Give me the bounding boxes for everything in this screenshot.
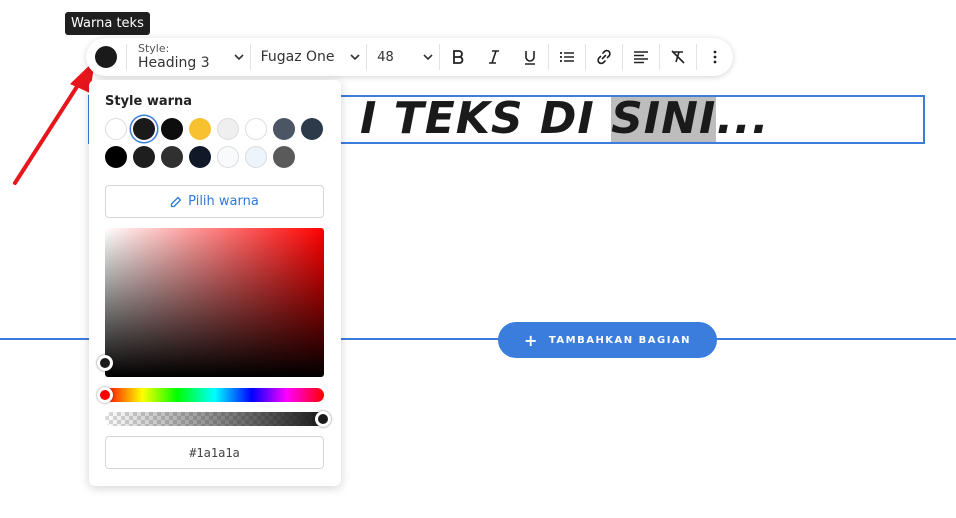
underline-button[interactable]: [512, 38, 548, 76]
color-swatch[interactable]: [189, 146, 211, 168]
color-swatch[interactable]: [133, 118, 155, 140]
chevron-down-icon: [234, 54, 244, 61]
chevron-down-icon: [350, 54, 360, 61]
color-swatch[interactable]: [301, 118, 323, 140]
bold-button[interactable]: [440, 38, 476, 76]
clear-format-button[interactable]: [660, 38, 696, 76]
font-family-select[interactable]: Fugaz One: [251, 38, 367, 76]
pick-color-button[interactable]: Pilih warna: [105, 185, 324, 218]
color-swatch[interactable]: [105, 118, 127, 140]
heading-text-after: ...: [716, 95, 770, 144]
add-section-button[interactable]: + TAMBAHKAN BAGIAN: [498, 322, 717, 358]
color-swatch[interactable]: [273, 118, 295, 140]
color-picker-title: Style warna: [105, 94, 193, 109]
bold-icon: [453, 50, 464, 64]
toolbar-divider: [126, 44, 127, 70]
font-size-select[interactable]: 48: [367, 38, 439, 76]
style-select[interactable]: Style: Heading 3: [138, 38, 250, 76]
link-icon: [597, 49, 611, 65]
more-options-button[interactable]: [697, 38, 733, 76]
color-swatch[interactable]: [133, 146, 155, 168]
style-select-label: Style:: [138, 42, 170, 55]
color-swatch[interactable]: [161, 146, 183, 168]
link-button[interactable]: [586, 38, 622, 76]
color-swatch[interactable]: [161, 118, 183, 140]
style-select-value: Heading 3: [138, 55, 210, 71]
color-swatch[interactable]: [245, 118, 267, 140]
color-picker-panel: Style warna Pilih warna: [89, 80, 341, 486]
more-vertical-icon: [713, 50, 717, 64]
hex-color-input[interactable]: [105, 436, 324, 469]
list-icon: [559, 51, 574, 63]
chevron-down-icon: [423, 54, 433, 61]
italic-button[interactable]: [476, 38, 512, 76]
underline-icon: [525, 51, 535, 65]
heading-text-selected: SINI: [611, 95, 717, 144]
italic-icon: [489, 50, 499, 64]
color-swatch[interactable]: [217, 146, 239, 168]
color-swatch[interactable]: [189, 118, 211, 140]
font-family-value: Fugaz One: [260, 49, 335, 65]
opacity-slider[interactable]: [105, 411, 331, 427]
saturation-brightness-area[interactable]: [97, 228, 324, 377]
add-section-label: TAMBAHKAN BAGIAN: [548, 334, 692, 346]
font-size-value: 48: [377, 49, 394, 65]
align-button[interactable]: [623, 38, 659, 76]
hue-slider-handle[interactable]: [97, 387, 113, 403]
pick-color-label: Pilih warna: [188, 194, 259, 209]
eyedropper-icon: [171, 196, 182, 207]
clear-format-icon: [671, 50, 685, 64]
color-swatch[interactable]: [217, 118, 239, 140]
text-color-button[interactable]: [95, 46, 117, 68]
align-left-icon: [634, 51, 648, 64]
heading-text: I TEKS DI SINI...: [360, 95, 770, 144]
opacity-slider-handle[interactable]: [315, 411, 331, 427]
text-toolbar: Style: Heading 3 Fugaz One 48: [86, 38, 733, 76]
plus-icon: +: [523, 330, 539, 350]
hue-slider[interactable]: [97, 387, 324, 403]
color-swatch[interactable]: [245, 146, 267, 168]
color-swatch[interactable]: [105, 146, 127, 168]
color-swatch[interactable]: [273, 146, 295, 168]
saturation-brightness-handle[interactable]: [97, 355, 113, 371]
list-button[interactable]: [549, 38, 585, 76]
heading-text-before: I TEKS DI: [360, 95, 612, 144]
